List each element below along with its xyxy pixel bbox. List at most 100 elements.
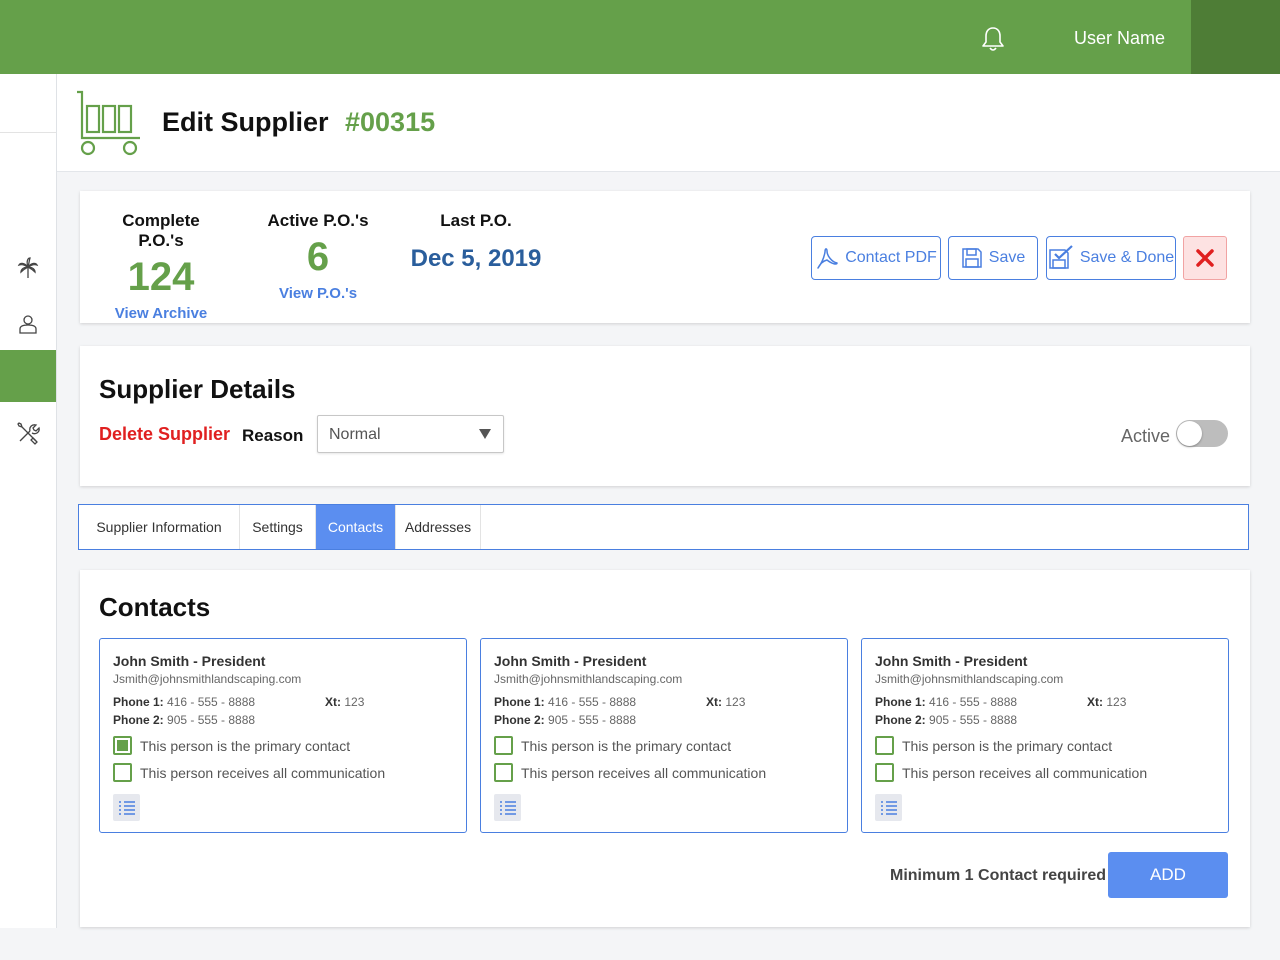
contact-email: Jsmith@johnsmithlandscaping.com <box>494 672 683 686</box>
delete-supplier-link[interactable]: Delete Supplier <box>99 424 230 445</box>
tools-icon <box>17 422 40 445</box>
contacts-card: Contacts John Smith - President Jsmith@j… <box>80 570 1250 927</box>
all-communication-checkbox[interactable]: This person receives all communication <box>494 763 766 782</box>
sidebar-divider <box>0 132 56 133</box>
phone-1-label: Phone 1: <box>875 695 926 709</box>
save-done-label: Save & Done <box>1079 249 1175 266</box>
primary-contact-checkbox[interactable]: This person is the primary contact <box>113 736 350 755</box>
checkbox-box[interactable] <box>113 736 132 755</box>
page-title: Edit Supplier <box>162 107 329 137</box>
contacts-title: Contacts <box>99 592 211 622</box>
contact-email: Jsmith@johnsmithlandscaping.com <box>113 672 302 686</box>
contact-email: Jsmith@johnsmithlandscaping.com <box>875 672 1064 686</box>
tab-contacts[interactable]: Contacts <box>316 505 396 549</box>
contact-ext: Xt: 123 <box>325 695 364 709</box>
view-pos-link[interactable]: View P.O.'s <box>266 285 370 302</box>
phone-2-value: 905 - 555 - 8888 <box>167 713 256 727</box>
reason-label: Reason <box>242 426 304 445</box>
primary-contact-label: This person is the primary contact <box>902 737 1113 754</box>
contact-pdf-button[interactable]: Contact PDF <box>811 236 941 280</box>
checkbox-box[interactable] <box>494 736 513 755</box>
contact-name: John Smith - President <box>494 653 647 669</box>
ext-label: Xt: <box>1087 695 1103 709</box>
active-toggle[interactable] <box>1176 420 1228 447</box>
all-communication-checkbox[interactable]: This person receives all communication <box>875 763 1147 782</box>
phone-2-label: Phone 2: <box>494 713 545 727</box>
save-button[interactable]: Save <box>948 236 1038 280</box>
sidebar-item-people[interactable] <box>0 306 56 342</box>
all-communication-label: This person receives all communication <box>140 764 386 781</box>
stat-active-value: 6 <box>306 235 330 279</box>
contact-details-button[interactable] <box>494 794 521 821</box>
sidebar-item-landscape[interactable] <box>0 250 56 286</box>
tab-addresses[interactable]: Addresses <box>396 505 481 549</box>
save-done-button[interactable]: Save & Done <box>1046 236 1176 280</box>
user-name[interactable]: User Name <box>1074 28 1165 49</box>
phone-2-label: Phone 2: <box>113 713 164 727</box>
tab-settings[interactable]: Settings <box>240 505 316 549</box>
contact-phone-2: Phone 2: 905 - 555 - 8888 <box>113 713 255 727</box>
contact-pdf-label: Contact PDF <box>845 249 937 266</box>
tab-bar: Supplier Information Settings Contacts A… <box>78 504 1249 550</box>
save-icon <box>962 248 982 268</box>
tree-icon <box>17 257 39 278</box>
phone-2-value: 905 - 555 - 8888 <box>929 713 1018 727</box>
contact-ext: Xt: 123 <box>706 695 745 709</box>
tab-supplier-information[interactable]: Supplier Information <box>79 505 240 549</box>
close-button[interactable] <box>1183 236 1227 280</box>
supplier-details-title: Supplier Details <box>99 374 296 404</box>
sidebar <box>0 74 57 928</box>
checkbox-box[interactable] <box>113 763 132 782</box>
phone-1-value: 416 - 555 - 8888 <box>929 695 1018 709</box>
list-icon <box>499 800 516 815</box>
chevron-down-icon <box>479 429 491 439</box>
cart-icon <box>77 90 140 156</box>
checkbox-box[interactable] <box>494 763 513 782</box>
page-header: Edit Supplier #00315 <box>57 74 1280 172</box>
person-icon <box>19 315 37 334</box>
pdf-icon <box>817 248 838 269</box>
add-contact-button[interactable]: ADD <box>1108 852 1228 898</box>
stat-active-label: Active P.O.'s <box>267 211 369 230</box>
reason-select[interactable]: Normal <box>317 415 504 453</box>
primary-contact-checkbox[interactable]: This person is the primary contact <box>494 736 731 755</box>
stat-active: Active P.O.'s 6 View P.O.'s <box>266 191 370 302</box>
checkbox-box[interactable] <box>875 763 894 782</box>
stat-complete: Complete P.O.'s 124 View Archive <box>100 191 222 322</box>
user-menu-block[interactable] <box>1191 0 1280 74</box>
save-done-icon <box>1049 245 1073 269</box>
top-bar: User Name <box>0 0 1280 74</box>
sidebar-item-tools[interactable] <box>0 415 56 451</box>
supplier-details-card: Supplier Details Delete Supplier Reason … <box>80 346 1250 486</box>
contact-phone-1: Phone 1: 416 - 555 - 8888 <box>113 695 255 709</box>
all-communication-checkbox[interactable]: This person receives all communication <box>113 763 385 782</box>
contact-card: John Smith - President Jsmith@johnsmithl… <box>480 638 848 833</box>
stats-card: Complete P.O.'s 124 View Archive Active … <box>80 191 1250 323</box>
all-communication-label: This person receives all communication <box>521 764 767 781</box>
primary-contact-checkbox[interactable]: This person is the primary contact <box>875 736 1112 755</box>
primary-contact-label: This person is the primary contact <box>140 737 351 754</box>
contact-name: John Smith - President <box>113 653 266 669</box>
ext-label: Xt: <box>325 695 341 709</box>
contact-phone-1: Phone 1: 416 - 555 - 8888 <box>494 695 636 709</box>
ext-value: 123 <box>1106 695 1127 709</box>
phone-1-label: Phone 1: <box>113 695 164 709</box>
checkbox-box[interactable] <box>875 736 894 755</box>
contact-details-button[interactable] <box>875 794 902 821</box>
list-icon <box>118 800 135 815</box>
contact-details-button[interactable] <box>113 794 140 821</box>
minimum-contact-note: Minimum 1 Contact required <box>890 867 1107 884</box>
phone-1-value: 416 - 555 - 8888 <box>548 695 637 709</box>
ext-label: Xt: <box>706 695 722 709</box>
stat-last-label: Last P.O. <box>440 211 512 230</box>
save-label: Save <box>988 249 1026 266</box>
phone-1-label: Phone 1: <box>494 695 545 709</box>
stat-complete-value: 124 <box>127 255 195 299</box>
primary-contact-label: This person is the primary contact <box>521 737 732 754</box>
view-archive-link[interactable]: View Archive <box>100 305 222 322</box>
bell-icon[interactable] <box>978 24 1008 54</box>
sidebar-item-active[interactable] <box>0 350 56 402</box>
active-label: Active <box>1121 426 1171 446</box>
contact-card: John Smith - President Jsmith@johnsmithl… <box>99 638 467 833</box>
contact-card: John Smith - President Jsmith@johnsmithl… <box>861 638 1229 833</box>
